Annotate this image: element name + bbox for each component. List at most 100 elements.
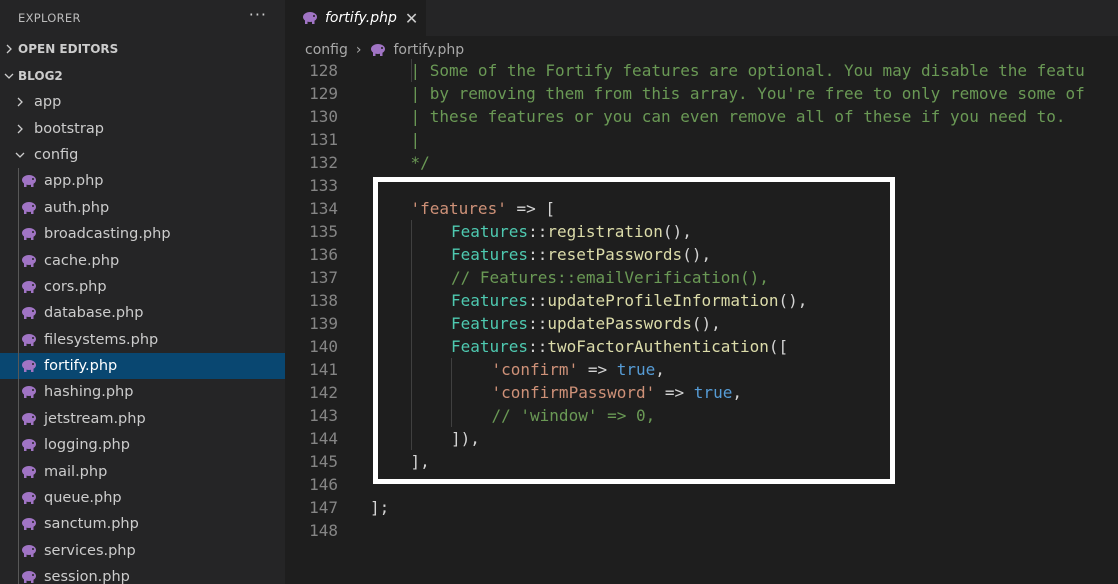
code-line: 147]; xyxy=(285,496,1118,519)
line-number: 134 xyxy=(309,199,338,218)
file-label: filesystems.php xyxy=(44,331,159,348)
code-editor[interactable]: 128 | Some of the Fortify features are op… xyxy=(285,59,1118,584)
code-text: ], xyxy=(411,450,430,473)
code-token: // 'window' => 0, xyxy=(491,406,656,425)
line-number: 146 xyxy=(309,475,338,494)
file-item[interactable]: services.php xyxy=(0,537,285,565)
code-token: :: xyxy=(528,291,548,310)
code-token: => xyxy=(578,360,617,379)
folder-config[interactable]: config xyxy=(0,142,285,168)
file-item[interactable]: mail.php xyxy=(0,458,285,485)
code-line: 145], xyxy=(285,450,1118,473)
file-item[interactable]: app.php xyxy=(0,168,285,195)
indent-guide xyxy=(451,358,452,381)
code-token: (), xyxy=(682,245,712,264)
project-section[interactable]: BLOG2 xyxy=(0,62,285,89)
code-text: ]; xyxy=(370,496,389,519)
indent-guide xyxy=(18,537,19,565)
indent-guide xyxy=(18,352,19,380)
code-token: :: xyxy=(528,337,548,356)
file-item[interactable]: database.php xyxy=(0,300,285,327)
php-elephant-icon xyxy=(20,227,38,241)
php-elephant-icon xyxy=(20,333,38,347)
explorer-title: EXPLORER xyxy=(18,10,81,25)
breadcrumb-file[interactable]: fortify.php xyxy=(393,42,464,58)
code-token: (), xyxy=(662,222,692,241)
code-token: twoFactorAuthentication xyxy=(547,337,769,356)
code-token: Features xyxy=(451,314,529,333)
code-text: | Some of the Fortify features are optio… xyxy=(411,59,1085,82)
file-label: sanctum.php xyxy=(44,516,139,533)
code-token: registration xyxy=(547,222,663,241)
code-line: 135 Features::registration(), xyxy=(285,220,1118,243)
php-elephant-icon xyxy=(369,43,387,57)
folder-label: bootstrap xyxy=(34,120,104,137)
php-elephant-icon xyxy=(20,306,38,320)
indent-guide xyxy=(410,266,412,289)
file-label: fortify.php xyxy=(44,358,118,375)
code-token: , xyxy=(732,383,742,402)
indent-guide xyxy=(410,358,412,381)
indent-guide xyxy=(451,381,452,404)
php-elephant-icon xyxy=(20,359,38,373)
file-tree: app bootstrap config app.php auth.php broadca… xyxy=(0,89,285,584)
file-item[interactable]: jetstream.php xyxy=(0,405,285,433)
file-label: database.php xyxy=(44,305,144,322)
indent-guide xyxy=(410,289,412,312)
php-elephant-icon xyxy=(20,385,38,399)
php-elephant-icon xyxy=(20,280,38,294)
line-number: 130 xyxy=(309,107,338,126)
file-item[interactable]: auth.php xyxy=(0,194,285,221)
code-token: // Features::emailVerification(), xyxy=(451,268,769,287)
code-line: 137 // Features::emailVerification(), xyxy=(285,266,1118,289)
tab-fortify[interactable]: fortify.php ✕ xyxy=(285,0,426,36)
indent-guide xyxy=(18,300,19,327)
file-label: app.php xyxy=(44,173,104,190)
code-token: ], xyxy=(410,452,430,471)
file-label: mail.php xyxy=(44,463,108,480)
indent-guide xyxy=(18,194,19,221)
code-token: ([ xyxy=(768,337,789,356)
project-label: BLOG2 xyxy=(18,68,63,83)
code-token: , xyxy=(655,360,665,379)
line-number: 131 xyxy=(309,130,338,149)
php-elephant-icon xyxy=(20,254,38,268)
indent-guide xyxy=(410,427,412,450)
code-token: 'confirm' xyxy=(491,360,579,379)
code-text: | these features or you can even remove … xyxy=(411,105,1066,128)
open-editors-section[interactable]: OPEN EDITORS xyxy=(0,35,285,62)
code-token: | xyxy=(410,130,421,149)
code-line: 140 Features::twoFactorAuthentication([ xyxy=(285,335,1118,358)
file-item[interactable]: sanctum.php xyxy=(0,511,285,538)
indent-guide xyxy=(18,484,19,512)
code-line: 148 xyxy=(285,519,1118,542)
code-text: Features::resetPasswords(), xyxy=(451,243,711,266)
breadcrumb-folder[interactable]: config xyxy=(305,42,348,58)
code-line: 141 'confirm' => true, xyxy=(285,358,1118,381)
code-token: */ xyxy=(410,153,430,172)
file-item[interactable]: cache.php xyxy=(0,247,285,274)
file-item[interactable]: filesystems.php xyxy=(0,326,285,353)
file-item[interactable]: fortify.php xyxy=(0,352,285,380)
file-item[interactable]: cors.php xyxy=(0,273,285,301)
code-line: 130 | these features or you can even remo… xyxy=(285,105,1118,128)
code-line: 129 | by removing them from this array. Y… xyxy=(285,82,1118,105)
file-item[interactable]: hashing.php xyxy=(0,379,285,406)
folder-app[interactable]: app xyxy=(0,89,285,115)
more-actions-icon[interactable]: ··· xyxy=(249,5,267,24)
file-label: session.php xyxy=(44,569,130,584)
indent-guide xyxy=(18,379,19,406)
code-token: updateProfileInformation xyxy=(547,291,779,310)
code-token: true xyxy=(693,383,733,402)
file-item[interactable]: logging.php xyxy=(0,432,285,459)
file-item[interactable]: queue.php xyxy=(0,484,285,512)
indent-guide xyxy=(18,220,19,248)
code-line: 133 xyxy=(285,174,1118,197)
file-item[interactable]: broadcasting.php xyxy=(0,220,285,248)
close-icon[interactable]: ✕ xyxy=(405,9,418,28)
line-number: 132 xyxy=(309,153,338,172)
indent-guide xyxy=(410,381,412,404)
file-item[interactable]: session.php xyxy=(0,564,285,584)
chevron-right-icon xyxy=(14,123,34,135)
folder-bootstrap[interactable]: bootstrap xyxy=(0,115,285,141)
